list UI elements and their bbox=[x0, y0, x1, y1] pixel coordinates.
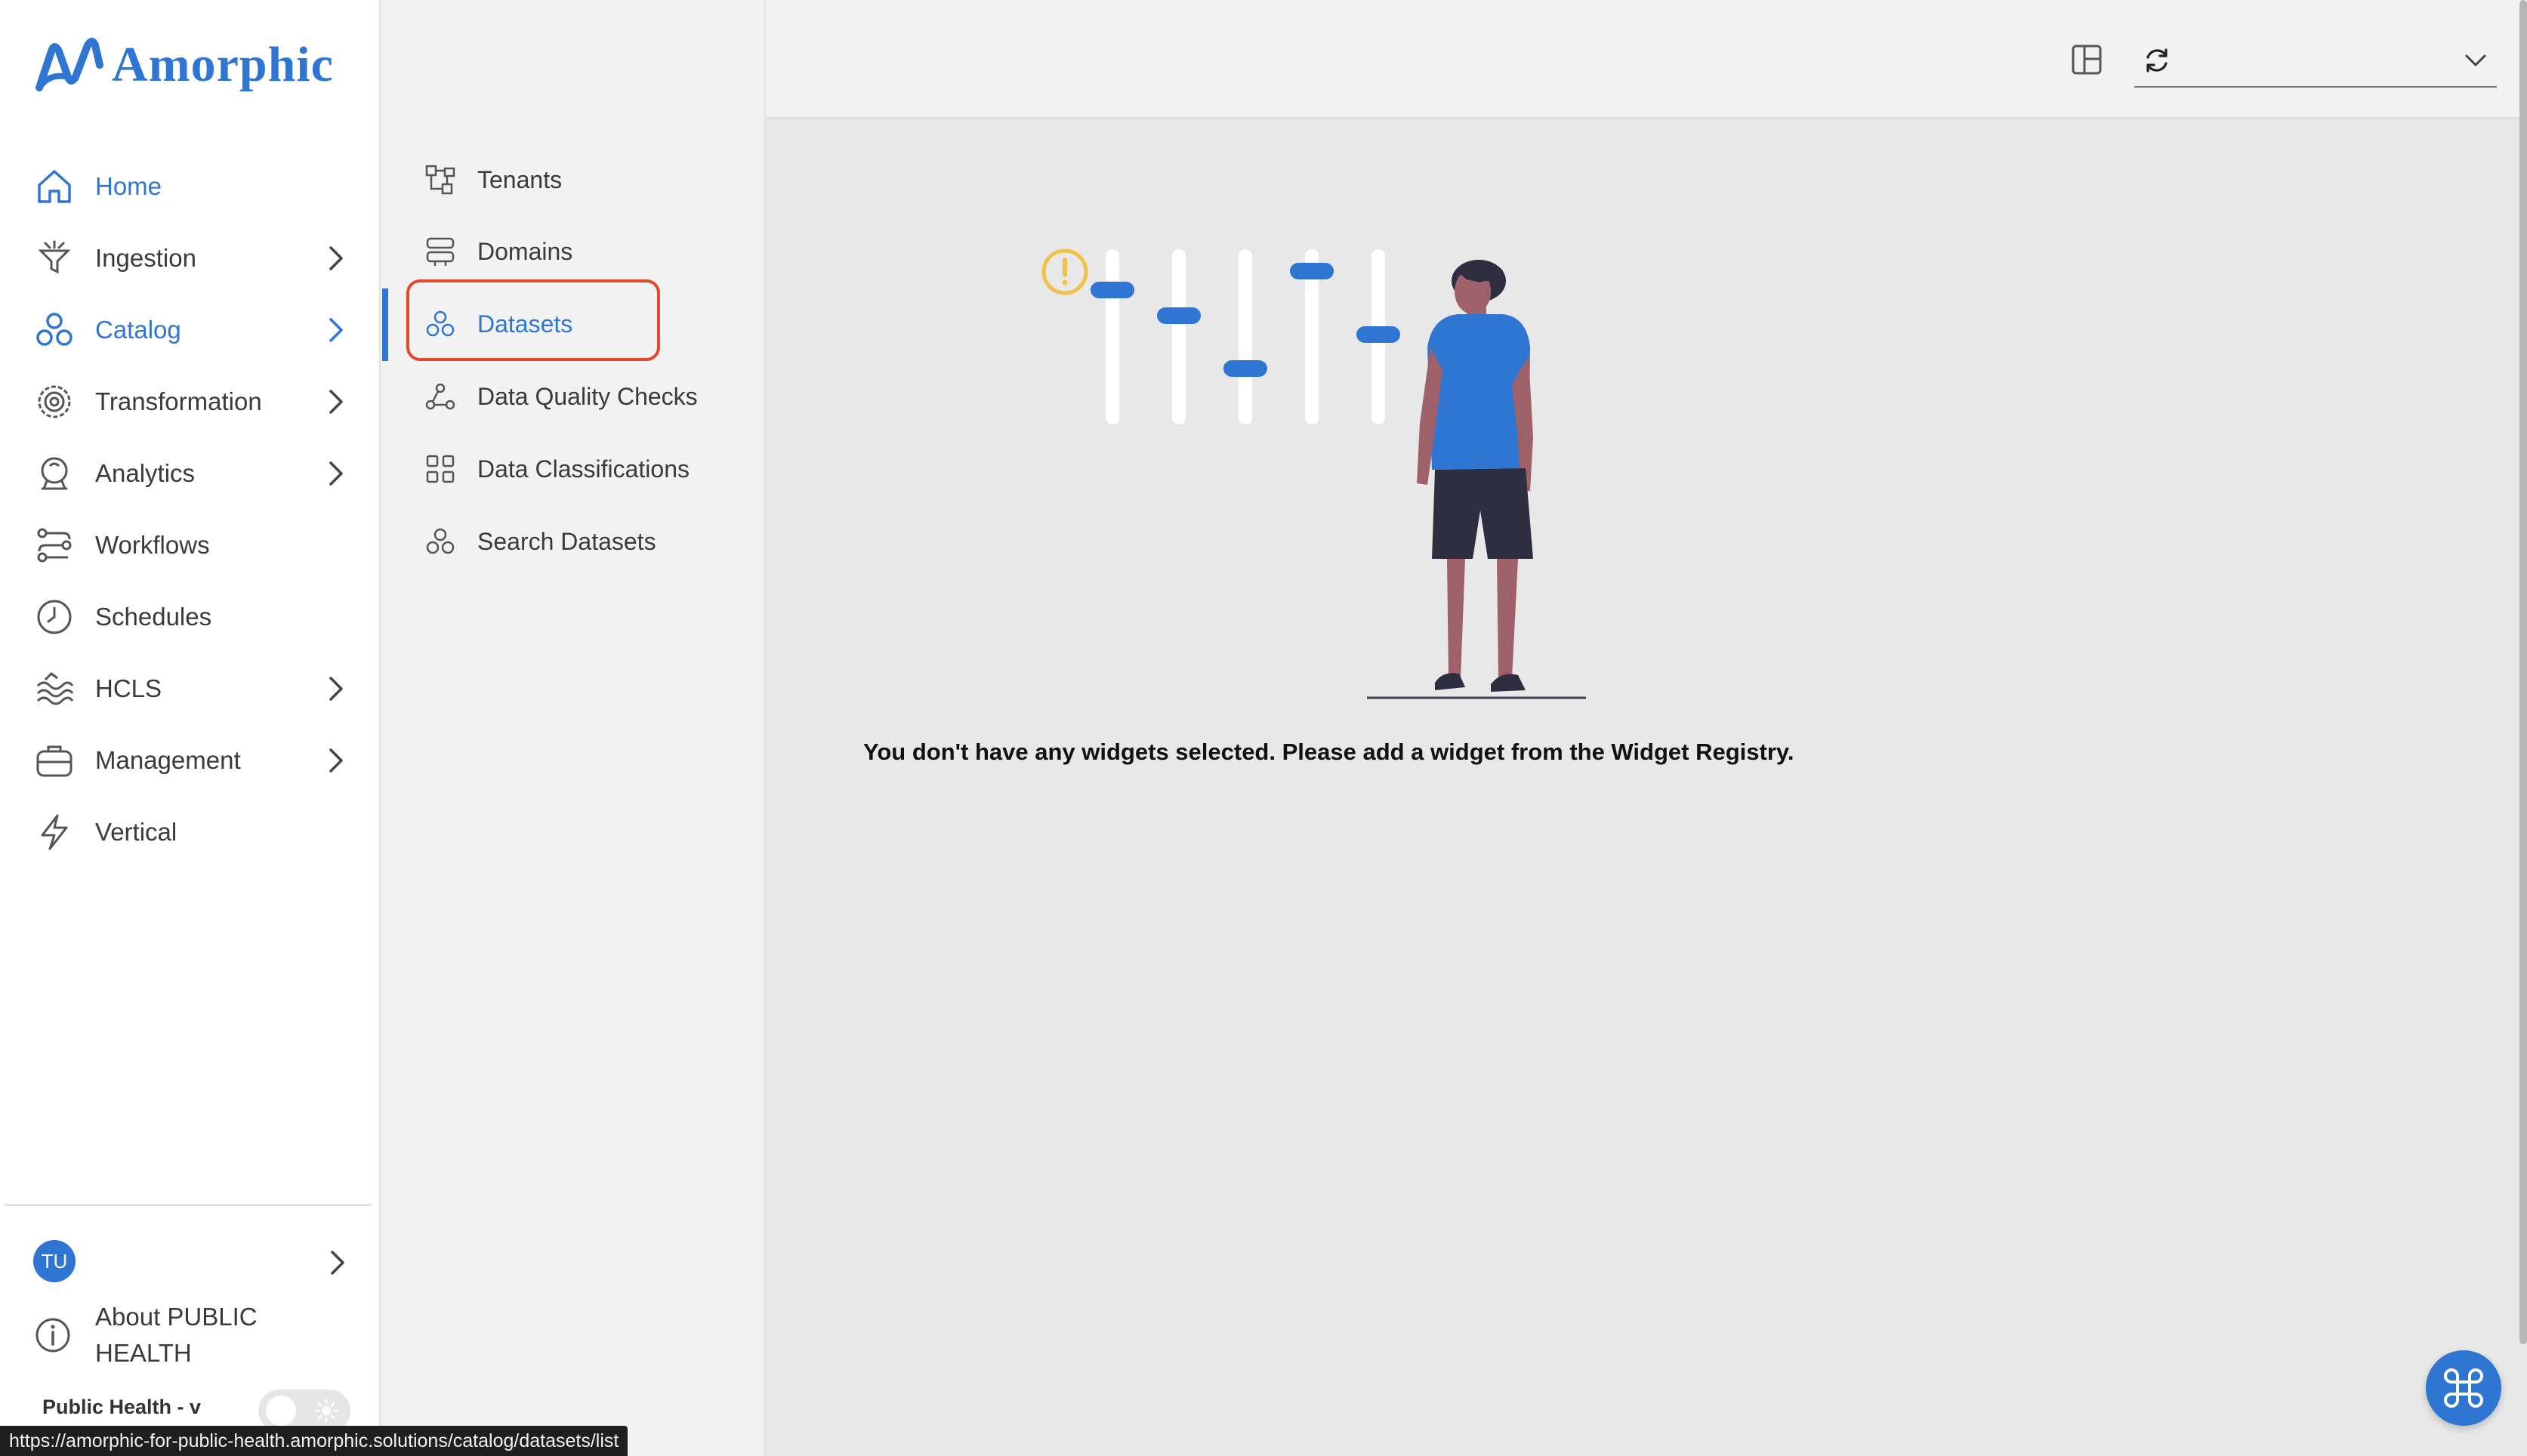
chevron-right-icon bbox=[329, 677, 343, 701]
toggle-knob bbox=[266, 1396, 296, 1426]
about-link[interactable]: About PUBLIC HEALTH bbox=[33, 1299, 322, 1371]
empty-state-message: You don't have any widgets selected. Ple… bbox=[863, 739, 1794, 765]
analytics-icon bbox=[33, 452, 76, 495]
status-bar-url: https://amorphic-for-public-health.amorp… bbox=[0, 1426, 628, 1456]
nav-item-label: Workflows bbox=[95, 531, 210, 559]
chevron-right-icon bbox=[329, 461, 343, 486]
submenu-item-datasets[interactable]: Datasets bbox=[423, 301, 572, 347]
home-icon bbox=[33, 165, 76, 208]
nav-item-management[interactable]: Management bbox=[33, 733, 350, 788]
briefcase-icon bbox=[33, 739, 76, 782]
nav-item-label: Home bbox=[95, 172, 162, 200]
nav-item-hcls[interactable]: HCLS bbox=[33, 661, 350, 717]
chevron-right-icon[interactable] bbox=[322, 1248, 352, 1278]
active-indicator bbox=[382, 288, 388, 361]
submenu-item-data-quality-checks[interactable]: Data Quality Checks bbox=[423, 374, 698, 419]
submenu-item-label: Datasets bbox=[477, 310, 573, 338]
tenant-label: Public Health - v bbox=[42, 1396, 202, 1418]
clock-icon bbox=[33, 596, 76, 638]
nav-item-analytics[interactable]: Analytics bbox=[33, 446, 350, 501]
submenu-item-data-classifications[interactable]: Data Classifications bbox=[423, 446, 690, 492]
sidebar: Amorphic Home Ingestion Catalog Transfor… bbox=[0, 0, 381, 1456]
about-label: About PUBLIC HEALTH bbox=[95, 1303, 258, 1367]
info-icon bbox=[33, 1316, 76, 1358]
submenu-item-search-datasets[interactable]: Search Datasets bbox=[423, 519, 656, 564]
submenu-item-label: Search Datasets bbox=[477, 527, 656, 555]
datasets-icon bbox=[423, 307, 458, 341]
chevron-right-icon bbox=[329, 390, 343, 414]
submenu-item-label: Data Classifications bbox=[477, 455, 690, 483]
gear-icon bbox=[33, 381, 76, 423]
nav-item-label: HCLS bbox=[95, 674, 162, 702]
nav-item-label: Analytics bbox=[95, 459, 196, 487]
layout-toggle-icon[interactable] bbox=[2069, 42, 2104, 77]
chevron-right-icon bbox=[329, 748, 343, 773]
submenu-item-label: Tenants bbox=[477, 165, 563, 193]
brand-name: Amorphic bbox=[112, 37, 334, 92]
nav-item-home[interactable]: Home bbox=[33, 159, 350, 214]
search-datasets-icon bbox=[423, 524, 458, 559]
nav-item-label: Transformation bbox=[95, 387, 262, 415]
brand-logo[interactable]: Amorphic bbox=[35, 35, 334, 95]
dashboard-select[interactable] bbox=[2134, 35, 2497, 88]
submenu-item-label: Domains bbox=[477, 237, 573, 265]
submenu-item-label: Data Quality Checks bbox=[477, 382, 698, 410]
chevron-right-icon bbox=[329, 246, 343, 270]
funnel-icon bbox=[33, 237, 76, 279]
catalog-submenu bbox=[381, 0, 766, 1456]
nav-item-vertical[interactable]: Vertical bbox=[33, 804, 350, 860]
submenu-item-tenants[interactable]: Tenants bbox=[423, 157, 562, 202]
nav-item-label: Vertical bbox=[95, 818, 177, 846]
nav-item-workflows[interactable]: Workflows bbox=[33, 517, 350, 573]
nav-item-ingestion[interactable]: Ingestion bbox=[33, 230, 350, 286]
dashboard-area bbox=[766, 119, 2527, 1456]
user-avatar[interactable]: TU bbox=[33, 1240, 76, 1282]
nav-item-label: Ingestion bbox=[95, 244, 196, 272]
nav-item-label: Management bbox=[95, 746, 241, 774]
nav-item-transformation[interactable]: Transformation bbox=[33, 374, 350, 430]
domains-icon bbox=[423, 234, 458, 269]
sun-icon bbox=[314, 1399, 338, 1423]
nav-item-label: Catalog bbox=[95, 316, 181, 344]
amorphic-logo-icon bbox=[35, 38, 103, 91]
tenants-icon bbox=[423, 162, 458, 197]
submenu-item-domains[interactable]: Domains bbox=[423, 229, 572, 274]
nav-item-catalog[interactable]: Catalog bbox=[33, 302, 350, 358]
workflow-icon bbox=[33, 524, 76, 566]
waves-icon bbox=[33, 668, 76, 710]
sidebar-divider bbox=[5, 1204, 372, 1206]
command-icon bbox=[2444, 1368, 2483, 1408]
catalog-icon bbox=[33, 309, 76, 351]
page-scrollbar[interactable] bbox=[2519, 0, 2527, 1344]
command-palette-button[interactable] bbox=[2426, 1350, 2501, 1426]
chevron-down-icon bbox=[2465, 54, 2486, 66]
nav-item-schedules[interactable]: Schedules bbox=[33, 589, 350, 645]
empty-state-illustration bbox=[1041, 248, 1586, 699]
bolt-icon bbox=[33, 811, 76, 853]
nav-item-label: Schedules bbox=[95, 603, 212, 631]
chevron-right-icon bbox=[329, 318, 343, 342]
quality-icon bbox=[423, 379, 458, 414]
grid-icon bbox=[423, 452, 458, 486]
refresh-icon[interactable] bbox=[2140, 44, 2174, 77]
